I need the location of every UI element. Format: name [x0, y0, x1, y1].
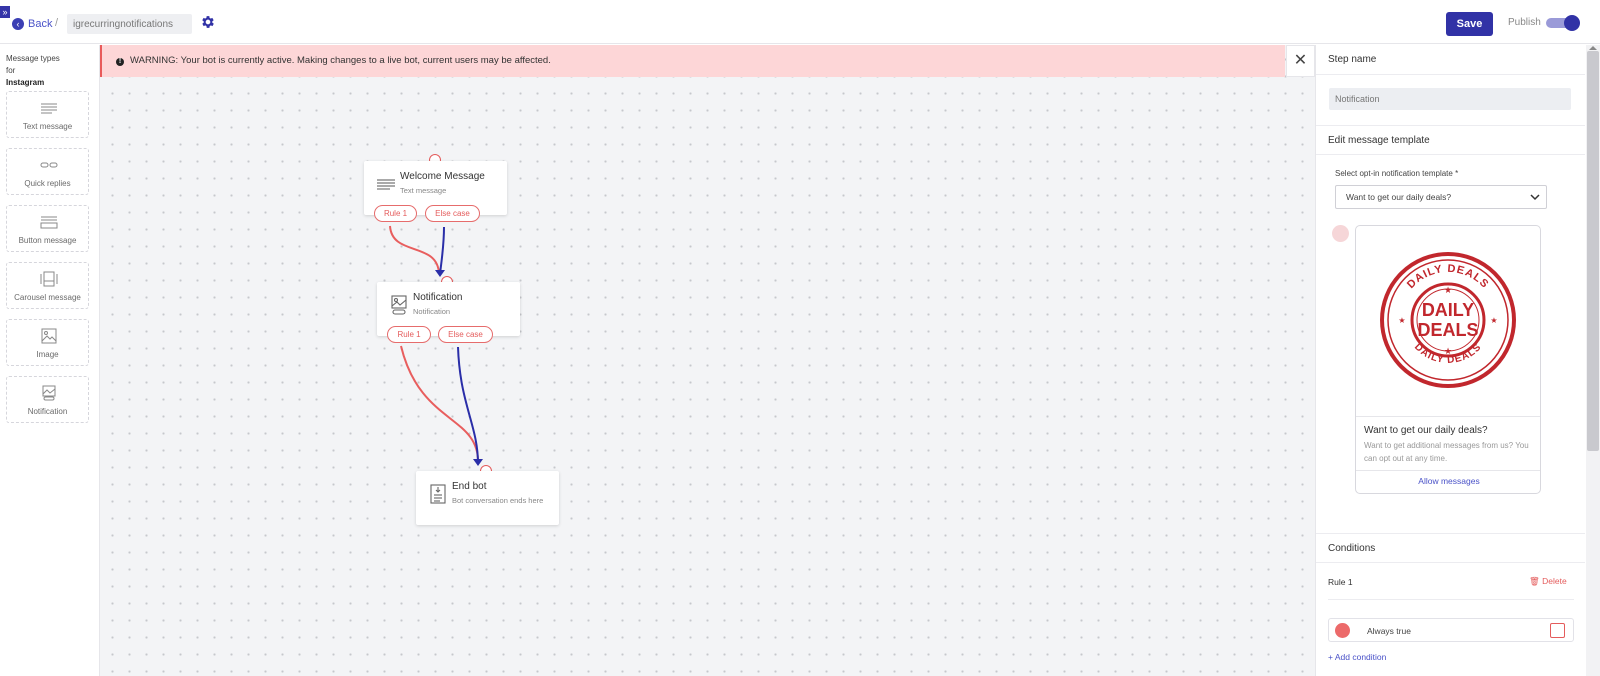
live-bot-warning-banner: ! WARNING: Your bot is currently active. … — [100, 45, 1285, 77]
template-select[interactable]: Want to get our daily deals? — [1335, 185, 1547, 209]
palette-item-carousel-message[interactable]: Carousel message — [6, 262, 89, 309]
palette-item-label: Notification — [27, 407, 68, 416]
rule-pill[interactable]: Rule 1 — [387, 326, 431, 343]
daily-deals-stamp-image: DAILY DEALS DAILY DEALS DAILY DEALS ★ ★ … — [1380, 252, 1516, 388]
end-bot-icon — [430, 484, 446, 504]
node-subtitle: Text message — [400, 186, 447, 195]
svg-text:★: ★ — [1444, 346, 1452, 356]
palette-item-label: Carousel message — [14, 293, 81, 302]
preview-body: Want to get additional messages from us?… — [1364, 441, 1529, 463]
toggle-knob — [1564, 15, 1580, 31]
scroll-thumb[interactable] — [1587, 51, 1599, 451]
breadcrumb-separator: / — [55, 17, 59, 29]
palette-title: Message types for Instagram — [6, 54, 60, 87]
panel-scrollbar[interactable] — [1586, 45, 1600, 676]
palette-item-text-message[interactable]: Text message — [6, 91, 89, 138]
back-arrow-icon: ‹ — [12, 18, 24, 30]
edge-rule — [400, 345, 480, 465]
palette-item-image[interactable]: Image — [6, 319, 89, 366]
flow-node-end-bot[interactable]: End bot Bot conversation ends here — [416, 471, 559, 525]
message-types-palette: Message types for Instagram Text message… — [0, 45, 100, 676]
node-subtitle: Bot conversation ends here — [452, 496, 544, 505]
step-settings-panel: Step name Edit message template Select o… — [1315, 45, 1585, 676]
stamp-center-line-2: DEALS — [1417, 320, 1478, 340]
trash-icon: 🗑︎ — [1529, 576, 1540, 586]
else-case-pill[interactable]: Else case — [438, 326, 493, 343]
back-button[interactable]: ‹ Back — [12, 16, 52, 32]
condition-type-icon — [1335, 623, 1350, 638]
edit-template-heading: Edit message template — [1316, 125, 1585, 155]
close-panel-button[interactable]: ✕ — [1286, 45, 1315, 77]
conditions-heading: Conditions — [1316, 533, 1585, 563]
template-preview-card: DAILY DEALS DAILY DEALS DAILY DEALS ★ ★ … — [1355, 225, 1541, 494]
notification-icon — [391, 295, 407, 315]
add-condition-link[interactable]: + Add condition — [1328, 652, 1386, 662]
svg-text:★: ★ — [1490, 316, 1497, 325]
node-title: End bot — [452, 481, 487, 492]
palette-item-button-message[interactable]: Button message — [6, 205, 89, 252]
palette-item-label: Text message — [22, 122, 73, 131]
template-select-label: Select opt-in notification template * — [1335, 169, 1459, 178]
palette-item-label: Image — [36, 350, 59, 359]
publish-toggle[interactable] — [1546, 15, 1580, 31]
condition-text: Always true — [1367, 626, 1411, 636]
bot-name-input[interactable] — [67, 14, 192, 34]
save-button[interactable]: Save — [1446, 12, 1493, 36]
palette-item-label: Quick replies — [24, 179, 71, 188]
back-label: Back — [28, 18, 53, 30]
flow-canvas[interactable]: ! WARNING: Your bot is currently active. … — [100, 45, 1315, 676]
template-select-value: Want to get our daily deals? — [1346, 192, 1452, 202]
text-lines-icon — [377, 179, 395, 190]
step-name-input[interactable] — [1329, 88, 1571, 110]
flow-connections — [389, 225, 483, 466]
node-title: Welcome Message — [400, 171, 485, 182]
allow-messages-button[interactable]: Allow messages — [1356, 476, 1540, 486]
image-icon — [41, 328, 57, 344]
rule-separator — [1328, 599, 1574, 600]
publish-label: Publish — [1508, 17, 1541, 28]
svg-text:★: ★ — [1398, 316, 1405, 325]
text-lines-icon — [41, 103, 57, 114]
else-case-pill[interactable]: Else case — [425, 205, 480, 222]
scroll-up-arrow-icon[interactable] — [1589, 46, 1597, 50]
quick-replies-icon — [40, 162, 58, 168]
rule-label: Rule 1 — [1328, 577, 1353, 587]
edge-else — [457, 346, 479, 465]
gear-icon[interactable] — [200, 14, 216, 30]
edge-else — [439, 226, 445, 275]
button-message-icon — [40, 216, 58, 229]
page-avatar — [1332, 225, 1349, 242]
chevron-down-icon — [1530, 194, 1540, 201]
condition-row: Always true — [1328, 618, 1574, 642]
svg-text:★: ★ — [1444, 285, 1452, 295]
preview-divider — [1356, 416, 1540, 417]
warning-text: WARNING: Your bot is currently active. M… — [130, 55, 551, 66]
step-name-heading: Step name — [1316, 45, 1585, 75]
preview-title: Want to get our daily deals? — [1364, 425, 1488, 436]
top-bar: » ‹ Back / Save Publish — [0, 0, 1600, 44]
rule-pill[interactable]: Rule 1 — [374, 205, 417, 222]
preview-divider — [1356, 470, 1540, 471]
delete-rule-button[interactable]: 🗑︎ Delete — [1529, 576, 1567, 587]
carousel-icon — [40, 271, 58, 287]
node-title: Notification — [413, 292, 463, 303]
edge-rule — [389, 225, 440, 275]
edge-arrow — [473, 459, 483, 466]
notification-icon — [42, 385, 56, 401]
palette-item-label: Button message — [18, 236, 77, 245]
node-subtitle: Notification — [413, 307, 451, 316]
warning-icon: ! — [116, 58, 124, 66]
stamp-center-line-1: DAILY — [1422, 300, 1474, 320]
palette-item-quick-replies[interactable]: Quick replies — [6, 148, 89, 195]
delete-condition-icon[interactable] — [1550, 623, 1565, 638]
expand-sidebar-icon[interactable]: » — [0, 6, 10, 18]
palette-item-notification[interactable]: Notification — [6, 376, 89, 423]
